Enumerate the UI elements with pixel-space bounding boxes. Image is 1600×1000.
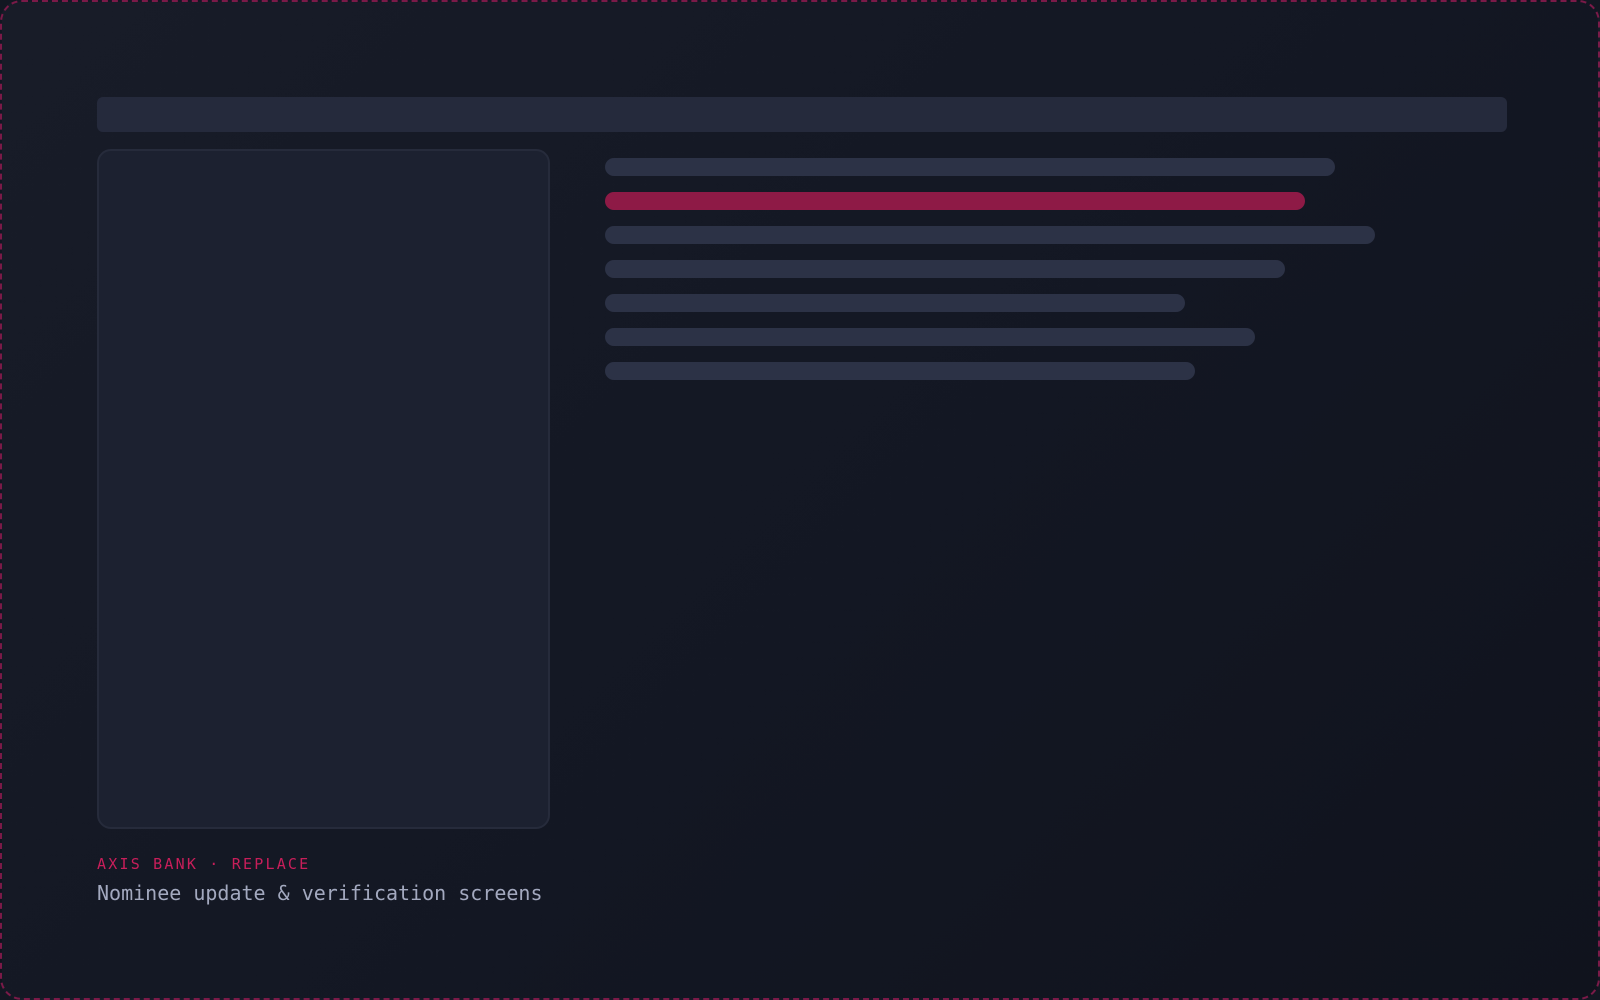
text-line-placeholder (605, 362, 1195, 380)
text-line-placeholder (605, 226, 1375, 244)
text-line-placeholder (605, 158, 1335, 176)
caption: AXIS BANK · REPLACE Nominee update & ver… (97, 854, 543, 906)
header-bar-placeholder (97, 97, 1507, 132)
caption-kicker: AXIS BANK · REPLACE (97, 855, 311, 873)
highlighted-line-placeholder (605, 192, 1305, 210)
image-placeholder-panel (97, 149, 550, 829)
text-line-placeholder (605, 294, 1185, 312)
placeholder-frame: AXIS BANK · REPLACE Nominee update & ver… (0, 0, 1600, 1000)
text-line-placeholder (605, 328, 1255, 346)
caption-title: Nominee update & verification screens (97, 881, 543, 905)
text-line-placeholder (605, 260, 1285, 278)
